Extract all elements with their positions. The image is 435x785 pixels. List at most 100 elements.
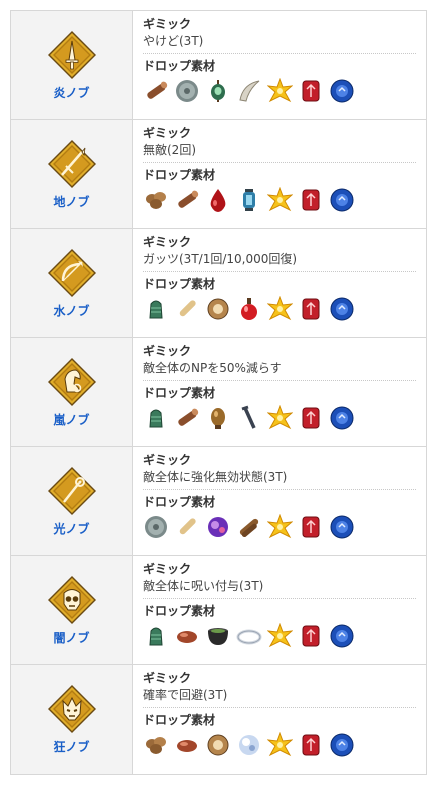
gold-star-icon[interactable]: [267, 78, 293, 104]
class-name-link[interactable]: 水ノブ: [53, 302, 89, 319]
blue-gem-icon[interactable]: [329, 187, 355, 213]
divider: [143, 380, 416, 381]
nobu-row: 嵐ノブ ギミック 敵全体のNPを50%減らす ドロップ素材: [10, 338, 427, 447]
ice-crystal-icon[interactable]: [236, 732, 262, 758]
info-cell: ギミック 敵全体に強化無効状態(3T) ドロップ素材: [133, 447, 426, 555]
drops-label: ドロップ素材: [143, 277, 216, 291]
nobu-row: 光ノブ ギミック 敵全体に強化無効状態(3T) ドロップ素材: [10, 447, 427, 556]
log-icon[interactable]: [174, 405, 200, 431]
green-gem-icon[interactable]: [205, 78, 231, 104]
drop-list: [143, 405, 416, 431]
info-cell: ギミック ガッツ(3T/1回/10,000回復) ドロップ素材: [133, 229, 426, 337]
gimmick-label: ギミック: [143, 562, 192, 576]
divider: [143, 162, 416, 163]
red-gem-icon[interactable]: [298, 187, 324, 213]
gimmick-text: 無敵(2回): [143, 143, 196, 157]
class-name-link[interactable]: 光ノブ: [53, 520, 89, 537]
gimmick-text: 敵全体に強化無効状態(3T): [143, 470, 288, 484]
class-cell: 狂ノブ: [11, 665, 133, 774]
purple-crystal-icon[interactable]: [205, 514, 231, 540]
blue-gem-icon[interactable]: [329, 623, 355, 649]
info-cell: ギミック 確率で回避(3T) ドロップ素材: [133, 665, 426, 774]
horn-icon[interactable]: [174, 296, 200, 322]
saber-icon: [47, 30, 97, 80]
egg-icon[interactable]: [205, 405, 231, 431]
gimmick-label: ギミック: [143, 126, 192, 140]
gold-star-icon[interactable]: [267, 732, 293, 758]
log-icon[interactable]: [143, 78, 169, 104]
red-gem-icon[interactable]: [298, 78, 324, 104]
drop-list: [143, 296, 416, 322]
gimmick-label: ギミック: [143, 235, 192, 249]
lantern-icon[interactable]: [236, 187, 262, 213]
nobu-row: 水ノブ ギミック ガッツ(3T/1回/10,000回復) ドロップ素材: [10, 229, 427, 338]
drop-list: [143, 514, 416, 540]
class-cell: 光ノブ: [11, 447, 133, 555]
nobu-row: 地ノブ ギミック 無敵(2回) ドロップ素材: [10, 120, 427, 229]
class-cell: 嵐ノブ: [11, 338, 133, 446]
log-icon[interactable]: [174, 187, 200, 213]
gold-star-icon[interactable]: [267, 296, 293, 322]
divider: [143, 489, 416, 490]
lancer-icon: [47, 139, 97, 189]
gold-star-icon[interactable]: [267, 514, 293, 540]
assassin-icon: [47, 575, 97, 625]
red-gem-icon[interactable]: [298, 405, 324, 431]
nobu-row: 狂ノブ ギミック 確率で回避(3T) ドロップ素材: [10, 665, 427, 775]
gold-star-icon[interactable]: [267, 405, 293, 431]
seed-icon[interactable]: [143, 732, 169, 758]
gimmick-text: ガッツ(3T/1回/10,000回復): [143, 252, 298, 266]
blue-gem-icon[interactable]: [329, 405, 355, 431]
nobu-row: 炎ノブ ギミック やけど(3T) ドロップ素材: [10, 11, 427, 120]
horn-icon[interactable]: [174, 514, 200, 540]
logs-icon[interactable]: [236, 514, 262, 540]
class-cell: 水ノブ: [11, 229, 133, 337]
bead-icon[interactable]: [174, 732, 200, 758]
red-gem-icon[interactable]: [298, 514, 324, 540]
bell-icon[interactable]: [143, 296, 169, 322]
blue-gem-icon[interactable]: [329, 514, 355, 540]
drops-label: ドロップ素材: [143, 168, 216, 182]
shell-icon[interactable]: [205, 296, 231, 322]
drops-label: ドロップ素材: [143, 495, 216, 509]
blue-gem-icon[interactable]: [329, 732, 355, 758]
bell-icon[interactable]: [143, 623, 169, 649]
divider: [143, 707, 416, 708]
drop-list: [143, 732, 416, 758]
shell-icon[interactable]: [205, 732, 231, 758]
class-name-link[interactable]: 地ノブ: [53, 193, 89, 210]
bead-icon[interactable]: [174, 623, 200, 649]
drops-label: ドロップ素材: [143, 604, 216, 618]
info-cell: ギミック やけど(3T) ドロップ素材: [133, 11, 426, 119]
nail-icon[interactable]: [236, 405, 262, 431]
cauldron-icon[interactable]: [205, 623, 231, 649]
fang-icon[interactable]: [236, 78, 262, 104]
red-drop-icon[interactable]: [205, 187, 231, 213]
divider: [143, 598, 416, 599]
gray-disc-icon[interactable]: [174, 78, 200, 104]
red-gem-icon[interactable]: [298, 623, 324, 649]
gimmick-label: ギミック: [143, 17, 192, 31]
red-gem-icon[interactable]: [298, 296, 324, 322]
red-gem-icon[interactable]: [298, 732, 324, 758]
red-potion-icon[interactable]: [236, 296, 262, 322]
info-cell: ギミック 敵全体のNPを50%減らす ドロップ素材: [133, 338, 426, 446]
info-cell: ギミック 無敵(2回) ドロップ素材: [133, 120, 426, 228]
gray-disc-icon[interactable]: [143, 514, 169, 540]
seed-icon[interactable]: [143, 187, 169, 213]
class-name-link[interactable]: 狂ノブ: [53, 738, 89, 755]
bell-icon[interactable]: [143, 405, 169, 431]
class-name-link[interactable]: 炎ノブ: [53, 84, 89, 101]
gold-star-icon[interactable]: [267, 623, 293, 649]
blue-gem-icon[interactable]: [329, 78, 355, 104]
class-name-link[interactable]: 嵐ノブ: [53, 411, 89, 428]
berserker-icon: [47, 684, 97, 734]
divider: [143, 53, 416, 54]
gold-star-icon[interactable]: [267, 187, 293, 213]
drop-list: [143, 78, 416, 104]
ring-icon[interactable]: [236, 623, 262, 649]
blue-gem-icon[interactable]: [329, 296, 355, 322]
gimmick-text: 敵全体のNPを50%減らす: [143, 361, 282, 375]
class-name-link[interactable]: 闇ノブ: [53, 629, 89, 646]
class-cell: 地ノブ: [11, 120, 133, 228]
